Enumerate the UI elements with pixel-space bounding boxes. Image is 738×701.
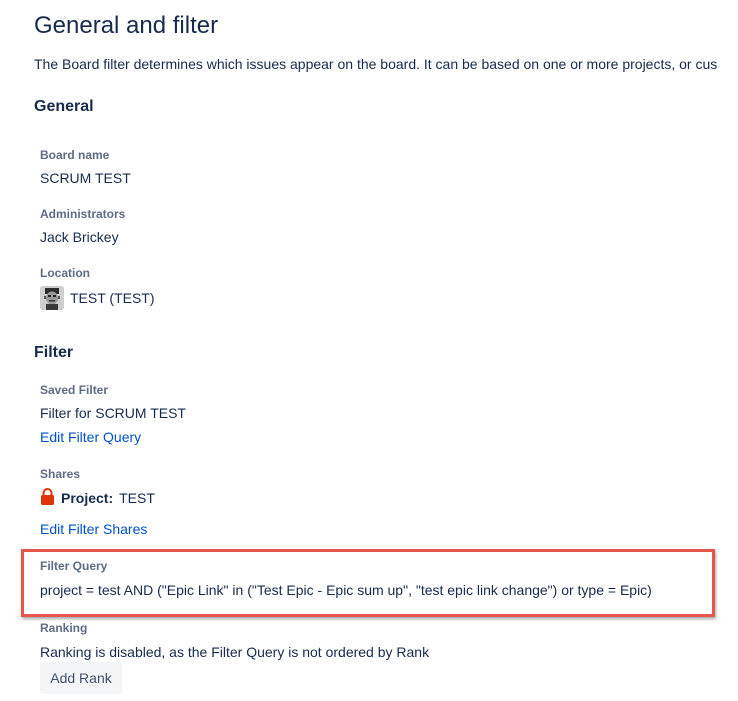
filter-query-label: Filter Query <box>40 559 108 573</box>
edit-filter-shares-link[interactable]: Edit Filter Shares <box>40 521 147 537</box>
location-label: Location <box>40 266 90 280</box>
board-name-label: Board name <box>40 148 110 162</box>
shares-label: Shares <box>40 467 81 481</box>
shares-type: Project: <box>61 490 114 506</box>
location-row: TEST (TEST) <box>40 286 155 310</box>
board-name-value: SCRUM TEST <box>40 170 131 186</box>
lock-icon <box>40 488 55 508</box>
page-description: The Board filter determines which issues… <box>34 56 718 72</box>
filter-heading: Filter <box>34 344 74 361</box>
administrators-label: Administrators <box>40 207 126 221</box>
edit-filter-query-link[interactable]: Edit Filter Query <box>40 429 141 445</box>
add-rank-button[interactable]: Add Rank <box>40 662 122 694</box>
saved-filter-label: Saved Filter <box>40 383 109 397</box>
project-avatar-icon <box>40 286 64 310</box>
shares-row: Project: TEST <box>40 488 155 508</box>
saved-filter-value: Filter for SCRUM TEST <box>40 405 186 421</box>
administrators-value: Jack Brickey <box>40 229 119 245</box>
ranking-label: Ranking <box>40 621 88 635</box>
page-title: General and filter <box>34 12 219 39</box>
board-settings-page: General and filter The Board filter dete… <box>0 0 738 701</box>
ranking-value: Ranking is disabled, as the Filter Query… <box>40 644 430 660</box>
filter-query-value: project = test AND ("Epic Link" in ("Tes… <box>40 582 652 598</box>
shares-value: TEST <box>119 490 155 506</box>
general-heading: General <box>34 98 94 115</box>
location-value: TEST (TEST) <box>70 290 155 306</box>
